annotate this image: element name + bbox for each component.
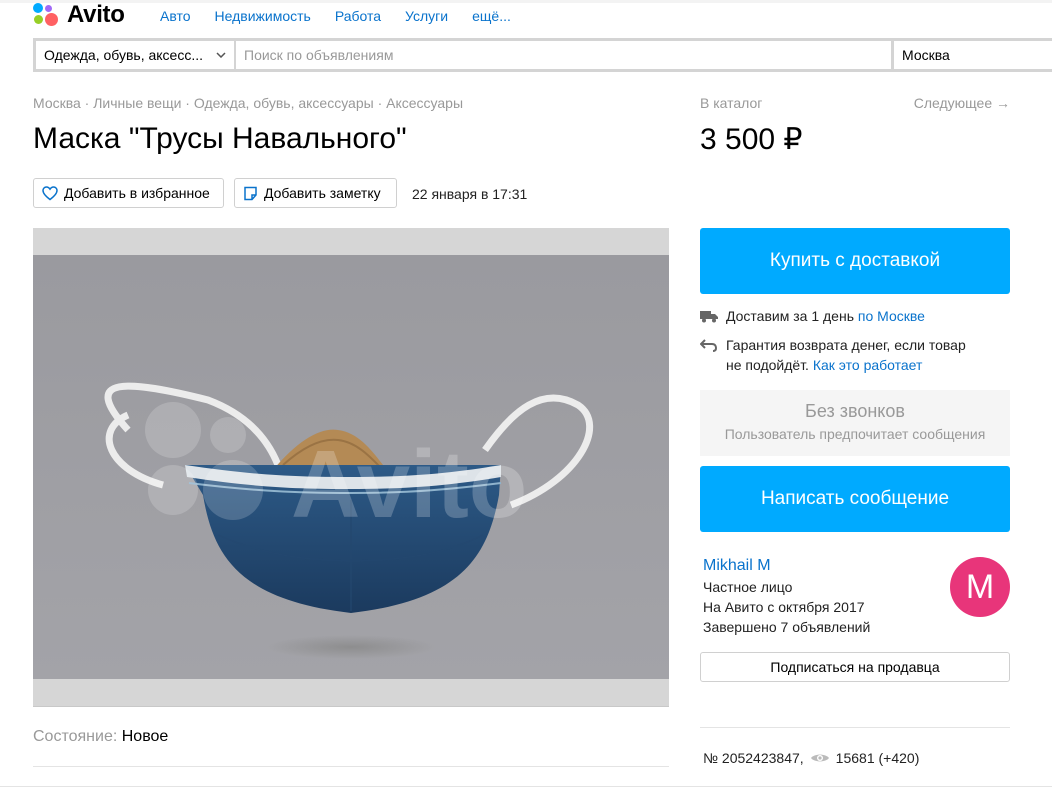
avatar[interactable]: M [950, 557, 1010, 617]
top-nav: Авто Недвижимость Работа Услуги ещё... [160, 8, 511, 24]
bottom-border [0, 786, 1052, 787]
catalog-link[interactable]: В каталог [700, 95, 762, 111]
buy-with-delivery-label: Купить с доставкой [769, 250, 941, 271]
add-to-favorites-label: Добавить в избранное [64, 185, 210, 201]
write-message-button[interactable]: Написать сообщение [700, 466, 1010, 532]
search-bar: Одежда, обувь, аксесс... Поиск по объявл… [33, 38, 1052, 72]
top-border [0, 0, 1052, 3]
category-select[interactable]: Одежда, обувь, аксесс... [36, 41, 236, 69]
listing-photo[interactable]: Avito [33, 255, 669, 679]
truck-icon [700, 311, 718, 323]
delivery-text: Доставим за 1 день по Москве [726, 306, 925, 326]
avito-logo[interactable]: Avito [33, 1, 125, 28]
search-input[interactable]: Поиск по объявлениям [236, 41, 894, 69]
nav-link-more[interactable]: ещё... [472, 8, 511, 24]
guarantee-info: Гарантия возврата денег, если товар не п… [700, 335, 966, 375]
how-it-works-link[interactable]: Как это работает [813, 357, 923, 373]
no-calls-block: Без звонков Пользователь предпочитает со… [700, 390, 1010, 456]
avito-logo-dots-icon [33, 3, 61, 27]
nav-link-services[interactable]: Услуги [405, 8, 448, 24]
condition: Состояние: Новое [33, 728, 168, 746]
breadcrumb[interactable]: Москва · Личные вещи · Одежда, обувь, ак… [33, 95, 463, 111]
city-value: Москва [902, 47, 950, 63]
avito-watermark: Avito [291, 431, 527, 538]
nav-link-realty[interactable]: Недвижимость [215, 8, 311, 24]
category-select-value: Одежда, обувь, аксесс... [44, 47, 204, 63]
ad-number: № 2052423847, [703, 750, 804, 766]
add-note-button[interactable]: Добавить заметку [234, 178, 397, 208]
subscribe-label: Подписаться на продавца [770, 659, 940, 675]
ad-meta: № 2052423847, 15681 (+420) [703, 750, 919, 766]
search-placeholder: Поиск по объявлениям [244, 47, 394, 63]
publish-date: 22 января в 17:31 [412, 186, 528, 202]
write-message-label: Написать сообщение [760, 488, 950, 509]
delivery-info: Доставим за 1 день по Москве [700, 306, 925, 326]
seller-since: На Авито с октября 2017 [703, 599, 865, 615]
guarantee-text: Гарантия возврата денег, если товар не п… [726, 335, 966, 375]
nav-link-auto[interactable]: Авто [160, 8, 191, 24]
price: 3 500 ₽ [700, 123, 803, 156]
no-calls-title: Без звонков [805, 401, 905, 421]
no-calls-subtitle: Пользователь предпочитает сообщения [724, 426, 986, 442]
eye-icon [810, 754, 829, 762]
city-input[interactable]: Москва [894, 41, 1052, 69]
photo-gallery[interactable]: Avito [33, 228, 669, 707]
delivery-text-main: Доставим за 1 день [726, 308, 854, 324]
note-icon [244, 186, 257, 200]
guarantee-line-2-text: не подойдёт. [726, 357, 809, 373]
seller-type: Частное лицо [703, 579, 793, 595]
condition-value: Новое [121, 728, 169, 745]
guarantee-line-1: Гарантия возврата денег, если товар [726, 337, 966, 353]
divider [700, 727, 1010, 728]
subscribe-button[interactable]: Подписаться на продавца [700, 652, 1010, 682]
delivery-moscow-link[interactable]: по Москве [858, 308, 925, 324]
views-count: 15681 (+420) [835, 750, 920, 766]
condition-label: Состояние: [33, 728, 118, 745]
add-to-favorites-button[interactable]: Добавить в избранное [33, 178, 224, 208]
return-arrow-icon [700, 339, 718, 352]
seller-name-link[interactable]: Mikhail M [703, 557, 771, 575]
page-title: Маска "Трусы Навального" [33, 122, 407, 155]
avatar-letter: M [965, 567, 995, 606]
add-note-label: Добавить заметку [264, 185, 381, 201]
seller-completed: Завершено 7 объявлений [703, 619, 871, 635]
heart-icon [42, 185, 58, 200]
nav-link-jobs[interactable]: Работа [335, 8, 381, 24]
divider [33, 766, 669, 767]
next-listing-link[interactable]: Следующее → [914, 95, 1010, 111]
guarantee-line-2: не подойдёт. Как это работает [726, 355, 966, 375]
mask-image: Avito [33, 255, 669, 679]
logo-text: Avito [67, 1, 125, 28]
buy-with-delivery-button[interactable]: Купить с доставкой [700, 228, 1010, 294]
chevron-down-icon [216, 52, 226, 58]
